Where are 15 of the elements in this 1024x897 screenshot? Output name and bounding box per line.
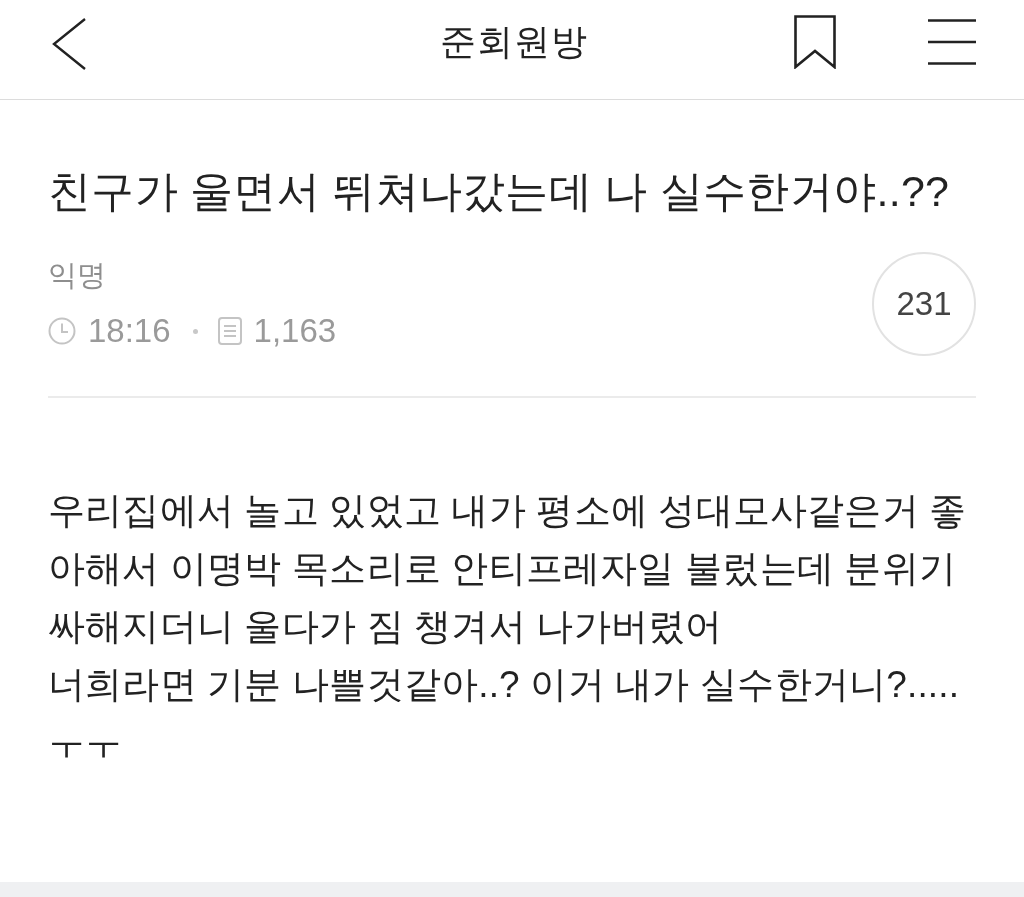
separator-dot-icon xyxy=(192,328,198,334)
page-title: 준회원방 xyxy=(439,19,589,64)
comment-count[interactable]: 231 xyxy=(872,252,976,356)
clock-icon xyxy=(48,317,76,345)
post-body-text: 우리집에서 놀고 있었고 내가 평소에 성대모사같은거 좋아해서 이명박 목소리로 안티프레자일 불렀는데 분위기 싸해지더니 울다가 짐 챙겨서 나가버렸어 xyxy=(48,489,968,649)
menu-icon[interactable] xyxy=(928,18,976,65)
back-icon[interactable] xyxy=(52,17,86,70)
post-time: 18:16 xyxy=(88,313,171,349)
post-body-text: 너희라면 기분 나쁠것같아..? 이거 내가 실수한거니?..... xyxy=(48,663,961,707)
post-title: 친구가 울면서 뛰쳐나갔는데 나 실수한거야..?? xyxy=(48,166,951,216)
view-count: 1,163 xyxy=(253,313,337,349)
author-name: 익명 xyxy=(48,259,107,291)
post-body-text: ㅜㅜ xyxy=(48,721,124,765)
bookmark-icon[interactable] xyxy=(794,14,836,69)
document-icon xyxy=(217,317,242,345)
